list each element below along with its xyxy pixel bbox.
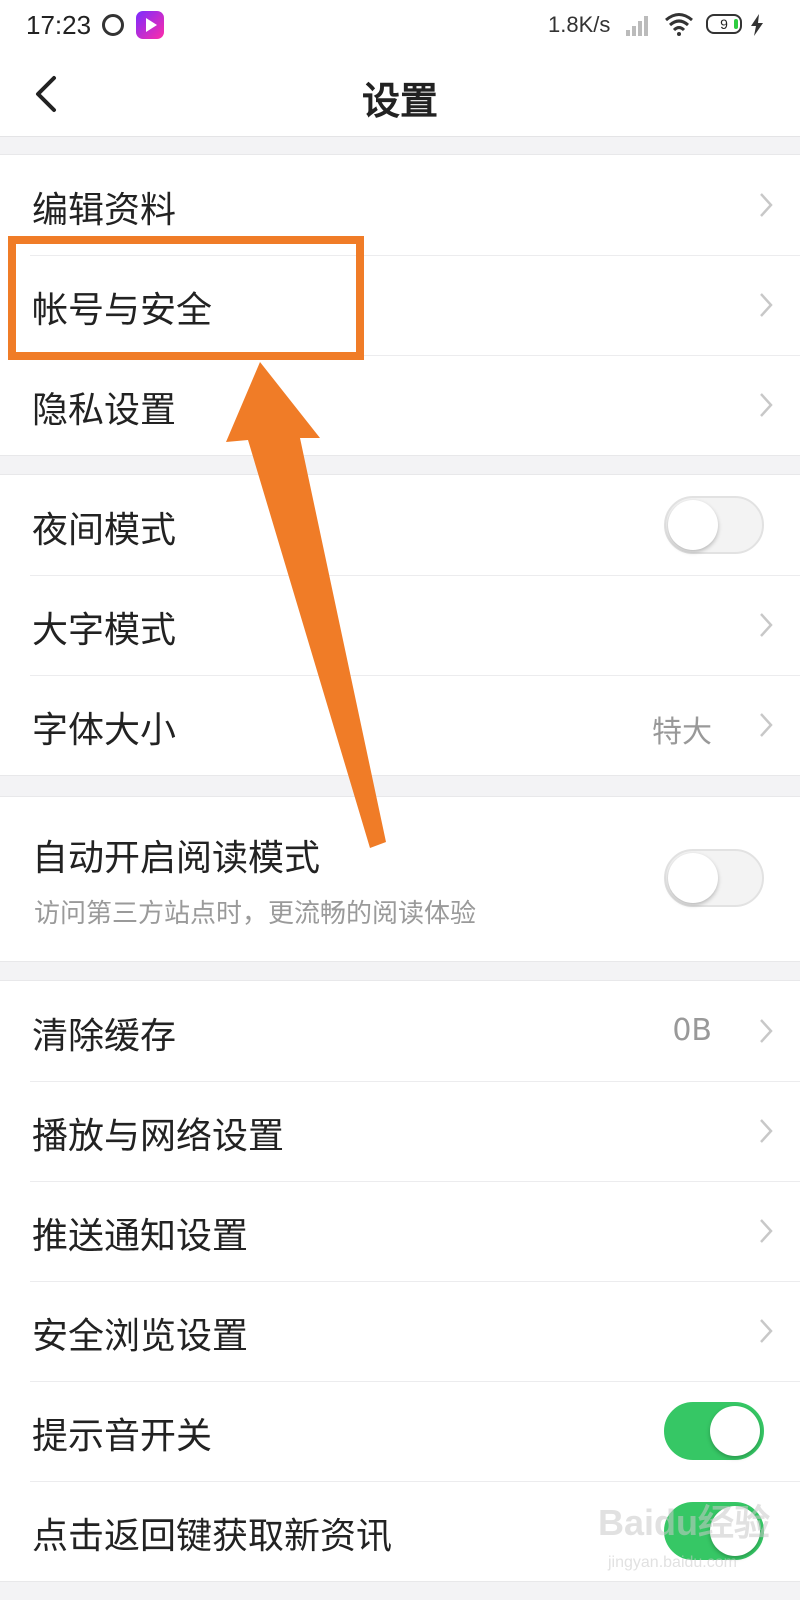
top-nav-bar: 设置 (0, 52, 800, 137)
battery-level: 9 (720, 16, 728, 32)
settings-item-label: 隐私设置 (32, 390, 177, 431)
settings-item-label: 播放与网络设置 (32, 1116, 285, 1157)
settings-item-night-mode: 夜间模式 (0, 475, 800, 575)
settings-item-privacy[interactable]: 隐私设置 (0, 355, 800, 455)
settings-item-label: 点击返回键获取新资讯 (32, 1516, 393, 1557)
watermark-text: Baidu经验 (598, 1502, 771, 1543)
settings-item-playback-network[interactable]: 播放与网络设置 (0, 1081, 800, 1181)
page-title: 设置 (361, 79, 438, 123)
settings-item-push-notifications[interactable]: 推送通知设置 (0, 1181, 800, 1281)
settings-item-label: 提示音开关 (32, 1416, 213, 1457)
sound-toggle[interactable] (664, 1402, 764, 1460)
settings-item-label: 安全浏览设置 (32, 1316, 249, 1357)
settings-item-sound-toggle: 提示音开关 (0, 1381, 800, 1481)
chevron-right-icon (760, 393, 773, 417)
settings-item-label: 夜间模式 (32, 510, 177, 551)
watermark-url: jingyan.baidu.com (608, 1554, 737, 1571)
settings-item-label: 清除缓存 (32, 1016, 177, 1057)
settings-item-clear-cache[interactable]: 清除缓存 0B (0, 981, 800, 1081)
font-size-value: 特大 (652, 715, 712, 750)
chevron-right-icon (760, 1219, 773, 1243)
settings-item-subtitle: 访问第三方站点时，更流畅的阅读体验 (34, 899, 477, 929)
charging-icon (751, 14, 763, 36)
cache-size-value: 0B (672, 1013, 712, 1048)
settings-item-label: 大字模式 (32, 610, 177, 651)
settings-item-auto-reading-mode: 自动开启阅读模式 访问第三方站点时，更流畅的阅读体验 (0, 797, 800, 961)
alarm-icon (102, 14, 124, 36)
signal-icon (626, 14, 650, 36)
chevron-right-icon (760, 293, 773, 317)
wifi-icon (665, 13, 693, 36)
auto-reading-mode-toggle[interactable] (664, 849, 764, 907)
settings-group-reading: 自动开启阅读模式 访问第三方站点时，更流畅的阅读体验 (0, 796, 800, 962)
chevron-right-icon (760, 613, 773, 637)
battery-icon: 9 (706, 14, 742, 34)
chevron-right-icon (760, 1319, 773, 1343)
chevron-right-icon (760, 1019, 773, 1043)
settings-item-large-text-mode[interactable]: 大字模式 (0, 575, 800, 675)
status-time: 17:23 (26, 10, 92, 40)
network-speed: 1.8K/s (548, 12, 611, 37)
chevron-right-icon (760, 1119, 773, 1143)
chevron-right-icon (760, 713, 773, 737)
settings-item-safe-browsing[interactable]: 安全浏览设置 (0, 1281, 800, 1381)
settings-group-display: 夜间模式 大字模式 字体大小 特大 (0, 474, 800, 776)
settings-item-font-size[interactable]: 字体大小 特大 (0, 675, 800, 775)
annotation-highlight-box (8, 236, 364, 360)
chevron-right-icon (760, 193, 773, 217)
baidu-watermark: Baidu经验 jingyan.baidu.com (598, 1480, 788, 1590)
status-bar: 17:23 1.8K/s 9 (0, 0, 800, 52)
settings-item-label: 编辑资料 (32, 190, 177, 231)
night-mode-toggle[interactable] (664, 496, 764, 554)
settings-item-label: 推送通知设置 (32, 1216, 249, 1257)
video-app-icon (136, 11, 164, 39)
settings-item-label: 字体大小 (32, 710, 177, 751)
settings-item-label: 自动开启阅读模式 (32, 838, 321, 879)
